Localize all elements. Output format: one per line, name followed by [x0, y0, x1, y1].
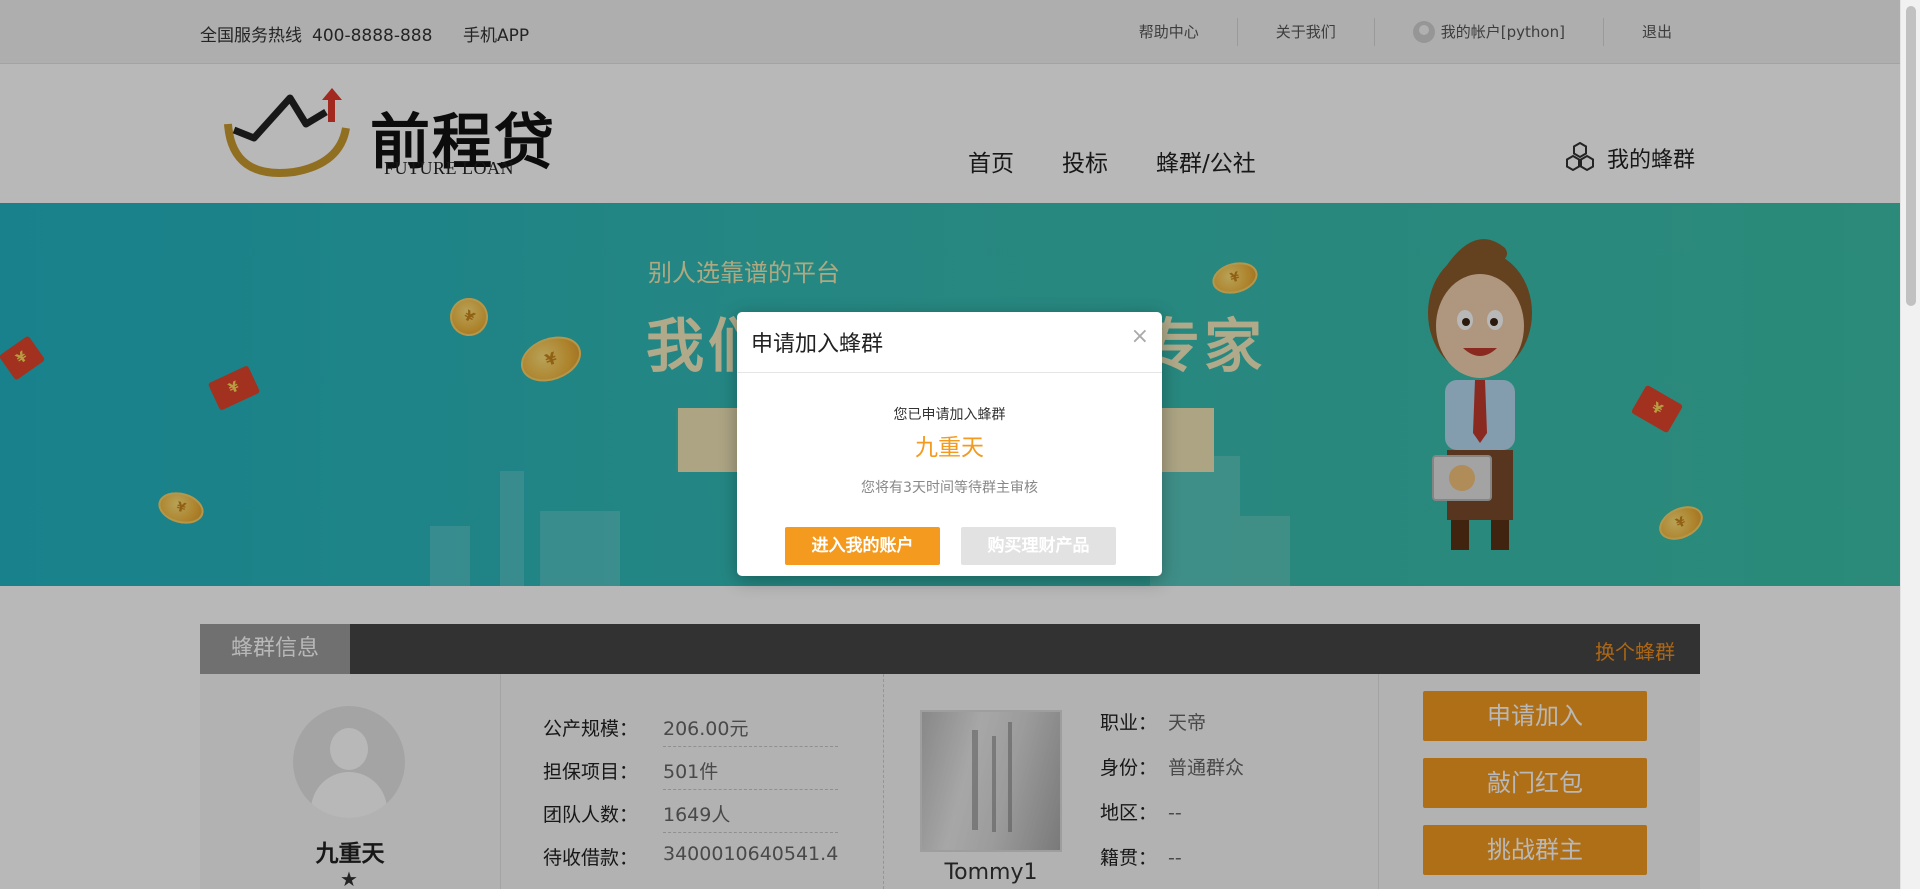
buy-products-button[interactable]: 购买理财产品	[961, 527, 1116, 565]
close-icon[interactable]: ×	[1131, 324, 1149, 349]
modal-group-name: 九重天	[915, 435, 984, 461]
page-scrollbar[interactable]	[1900, 0, 1920, 889]
scrollbar-thumb[interactable]	[1906, 6, 1916, 306]
modal-wait-notice: 您将有3天时间等待群主审核	[861, 480, 1038, 496]
enter-account-button[interactable]: 进入我的账户	[785, 527, 940, 565]
modal-divider	[737, 372, 1162, 373]
modal-message: 您已申请加入蜂群	[893, 407, 1006, 423]
join-group-modal: 申请加入蜂群 × 您已申请加入蜂群 九重天 您将有3天时间等待群主审核 进入我的…	[737, 312, 1162, 576]
modal-title: 申请加入蜂群	[751, 332, 884, 357]
